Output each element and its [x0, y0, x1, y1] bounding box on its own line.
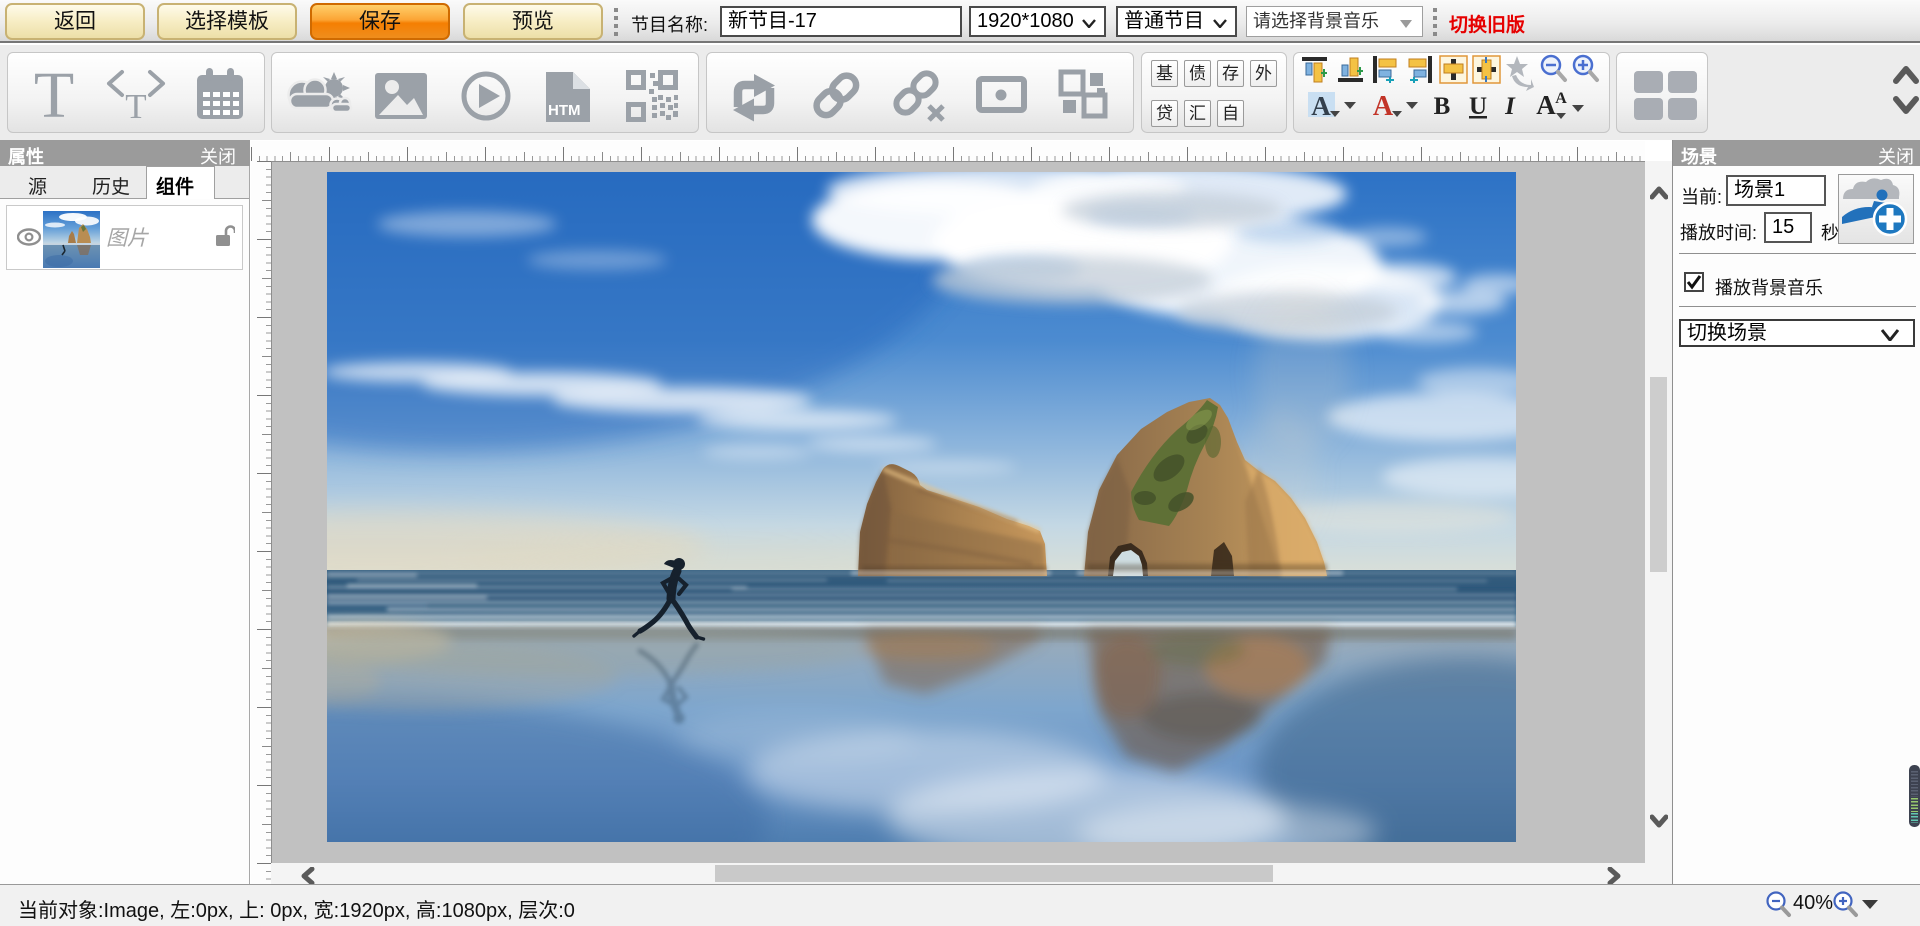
svg-text:I: I — [1504, 93, 1516, 120]
svg-text:T: T — [125, 87, 146, 126]
svg-text:A: A — [1373, 91, 1394, 122]
svg-text:A: A — [1555, 90, 1567, 107]
svg-text:HTM: HTM — [548, 102, 581, 119]
svg-text:T: T — [34, 59, 74, 132]
svg-text:40%: 40% — [1793, 892, 1833, 914]
svg-text:A: A — [1536, 90, 1556, 120]
svg-text:A: A — [1311, 91, 1331, 121]
svg-text:B: B — [1434, 93, 1451, 120]
svg-text:U: U — [1469, 93, 1487, 120]
